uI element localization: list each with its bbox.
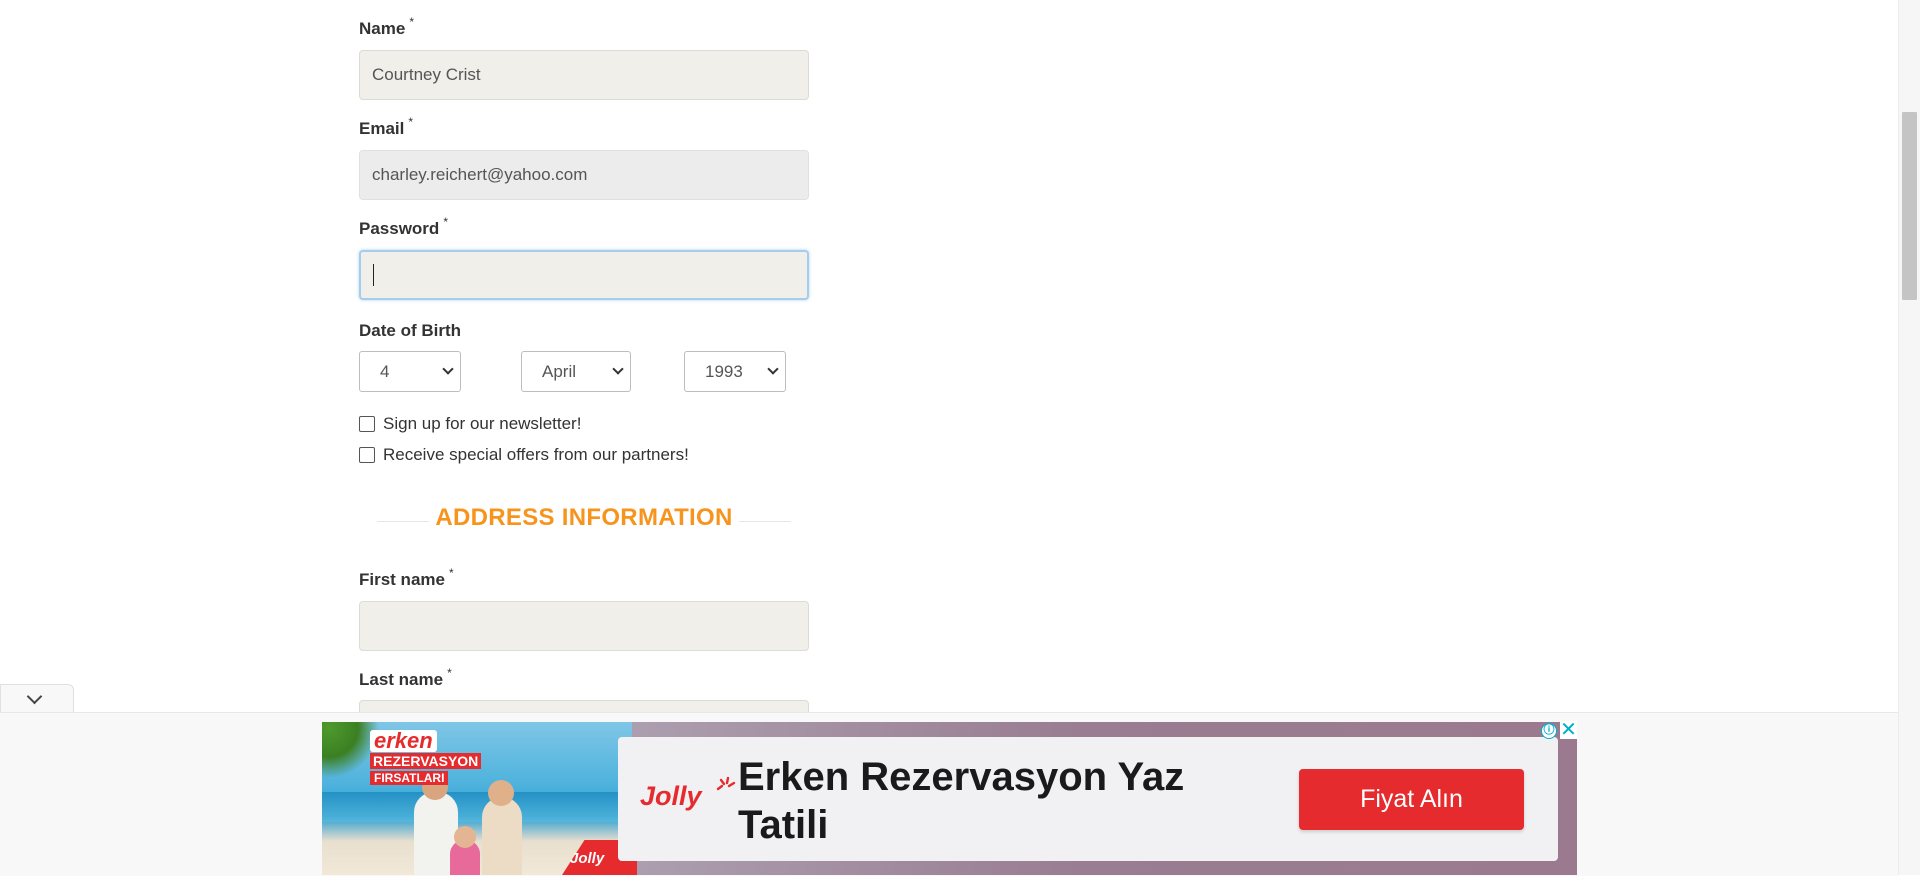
section-title: ADDRESS INFORMATION [435, 504, 733, 531]
ad-beach-photo: erken REZERVASYON FIRSATLARI Jolly [322, 722, 637, 875]
first-name-label: First name * [359, 566, 454, 589]
sun-icon [716, 776, 736, 791]
offers-checkbox[interactable] [359, 447, 375, 463]
dob-month-select[interactable]: April [521, 351, 631, 392]
email-input[interactable]: charley.reichert@yahoo.com [359, 150, 809, 200]
ad-content-card[interactable]: Jolly Erken Rezervasyon Yaz Tatili Fiyat… [618, 737, 1558, 861]
ad-headline: Erken Rezervasyon Yaz Tatili [738, 755, 1185, 847]
jolly-logo: Jolly [640, 781, 702, 811]
ad-cta-button[interactable]: Fiyat Alın [1299, 769, 1524, 830]
chevron-down-icon [612, 363, 624, 375]
address-section-heading: ADDRESS INFORMATION [377, 500, 791, 536]
chevron-down-icon [767, 363, 779, 375]
required-marker: * [409, 15, 414, 29]
newsletter-row: Sign up for our newsletter! [359, 413, 581, 435]
first-name-input[interactable] [359, 601, 809, 651]
ad-collapse-toggle[interactable] [0, 684, 74, 714]
email-label: Email * [359, 115, 414, 138]
scrollbar-thumb[interactable] [1902, 112, 1917, 300]
name-input[interactable]: Courtney Crist [359, 50, 809, 100]
password-label: Password * [359, 215, 448, 238]
ad-banner[interactable]: erken REZERVASYON FIRSATLARI Jolly Jolly… [322, 722, 1577, 875]
ad-info-icon[interactable]: ⓘ [1541, 723, 1557, 739]
dob-day-select[interactable]: 4 [359, 351, 461, 392]
required-marker: * [447, 666, 452, 680]
required-marker: * [448, 566, 454, 580]
last-name-label: Last name * [359, 666, 452, 689]
page-scrollbar[interactable] [1898, 0, 1920, 875]
name-label: Name * [359, 15, 414, 38]
ad-promo-badge: erken REZERVASYON FIRSATLARI [370, 730, 488, 786]
text-caret [373, 264, 374, 287]
newsletter-checkbox[interactable] [359, 416, 375, 432]
newsletter-label[interactable]: Sign up for our newsletter! [383, 414, 581, 434]
jolly-small-logo: Jolly [570, 850, 605, 867]
ad-close-icon[interactable]: ✕ [1560, 720, 1577, 740]
offers-label[interactable]: Receive special offers from our partners… [383, 445, 689, 465]
dob-label: Date of Birth [359, 321, 461, 340]
required-marker: * [408, 115, 414, 129]
password-input[interactable] [359, 250, 809, 300]
chevron-down-icon [26, 688, 43, 705]
offers-row: Receive special offers from our partners… [359, 444, 689, 466]
dob-year-select[interactable]: 1993 [684, 351, 786, 392]
chevron-down-icon [442, 363, 454, 375]
required-marker: * [443, 215, 448, 229]
